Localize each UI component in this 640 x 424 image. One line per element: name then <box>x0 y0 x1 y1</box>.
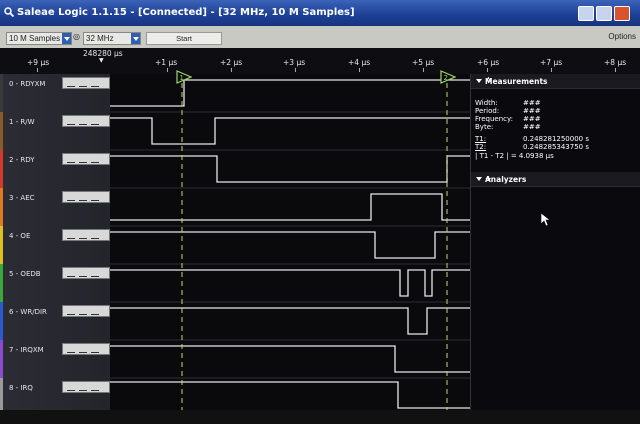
channel-color-bar <box>0 340 3 378</box>
status-bar <box>0 410 640 424</box>
channel-row[interactable]: 5 - OEDB <box>0 264 110 303</box>
channel-name: 8 - IRQ <box>9 384 33 392</box>
svg-text:1: 1 <box>180 74 184 82</box>
options-menu[interactable]: Options <box>608 32 636 41</box>
ruler-tick: +9 µs <box>27 58 50 67</box>
window-title: Saleae Logic 1.1.15 - [Connected] - [32 … <box>17 7 355 18</box>
ruler-tick: +8 µs <box>604 58 627 67</box>
ruler-tick: +7 µs <box>540 58 563 67</box>
ruler-tick: +6 µs <box>477 58 500 67</box>
measurements-header[interactable]: Measurements ✲ <box>471 74 640 89</box>
close-button[interactable] <box>614 6 630 21</box>
channel-color-bar <box>0 74 3 112</box>
waveform-area[interactable] <box>110 74 470 410</box>
trigger-buttons[interactable] <box>62 77 110 89</box>
channel-row[interactable]: 8 - IRQ <box>0 378 110 411</box>
channel-row[interactable]: 3 - AEC <box>0 188 110 227</box>
svg-text:2: 2 <box>444 74 448 82</box>
ruler-tick: +5 µs <box>412 58 435 67</box>
channel-list: 0 - RDYXM 1 - R/W 2 - RDY 3 - AEC 4 - OE… <box>0 74 110 411</box>
channel-name: 4 - OE <box>9 232 31 240</box>
trigger-buttons[interactable] <box>62 153 110 165</box>
channel-color-bar <box>0 226 3 264</box>
trigger-buttons[interactable] <box>62 267 110 279</box>
minimize-button[interactable] <box>578 6 594 21</box>
channel-color-bar <box>0 150 3 188</box>
channel-name: 5 - OEDB <box>9 270 41 278</box>
ruler-tick: +3 µs <box>283 58 306 67</box>
channel-color-bar <box>0 264 3 302</box>
channel-name: 2 - RDY <box>9 156 35 164</box>
search-icon <box>4 7 14 17</box>
window-title-bar: Saleae Logic 1.1.15 - [Connected] - [32 … <box>0 0 640 26</box>
trigger-buttons[interactable] <box>62 305 110 317</box>
analyzers-header[interactable]: Analyzers + <box>471 172 640 187</box>
channel-name: 1 - R/W <box>9 118 35 126</box>
channel-row[interactable]: 6 - WR/DIR <box>0 302 110 341</box>
channel-color-bar <box>0 188 3 226</box>
clock-icon: ◎ <box>73 32 80 41</box>
time-ruler[interactable]: 248280 µs ▼ +9 µs +1 µs +2 µs +3 µs +4 µ… <box>0 48 640 74</box>
ruler-tick: +1 µs <box>155 58 178 67</box>
start-button[interactable]: Start <box>146 32 222 45</box>
channel-row[interactable]: 4 - OE <box>0 226 110 265</box>
trigger-buttons[interactable] <box>62 115 110 127</box>
side-panel: Measurements ✲ Width: ### Period: ### Freq… <box>470 74 640 410</box>
channel-color-bar <box>0 378 3 410</box>
channel-color-bar <box>0 112 3 150</box>
channel-name: 0 - RDYXM <box>9 80 46 88</box>
collapse-triangle-icon <box>476 177 482 184</box>
timing-marker-2[interactable]: 2 <box>440 70 456 84</box>
channel-row[interactable]: 1 - R/W <box>0 112 110 151</box>
mouse-pointer-icon <box>541 213 551 227</box>
channel-name: 6 - WR/DIR <box>9 308 47 316</box>
ruler-tick: +2 µs <box>220 58 243 67</box>
chevron-down-icon <box>131 33 140 44</box>
channel-color-bar <box>0 302 3 340</box>
channel-row[interactable]: 2 - RDY <box>0 150 110 189</box>
trigger-buttons[interactable] <box>62 343 110 355</box>
timing-marker-1[interactable]: 1 <box>176 70 192 84</box>
channel-row[interactable]: 0 - RDYXM <box>0 74 110 113</box>
gear-icon[interactable]: ✲ <box>485 76 638 85</box>
toolbar: 10 M Samples ◎ 32 MHz Start Options <box>0 26 640 48</box>
trigger-buttons[interactable] <box>62 229 110 241</box>
channel-row[interactable]: 7 - IRQXM <box>0 340 110 379</box>
cursor-arrow-icon: ▼ <box>99 57 104 64</box>
collapse-triangle-icon <box>476 79 482 86</box>
add-analyzer-icon[interactable]: + <box>485 174 638 183</box>
rate-select[interactable]: 32 MHz <box>83 32 141 45</box>
chevron-down-icon <box>62 33 71 44</box>
channel-name: 7 - IRQXM <box>9 346 44 354</box>
samples-select[interactable]: 10 M Samples <box>6 32 72 45</box>
maximize-button[interactable] <box>596 6 612 21</box>
trigger-buttons[interactable] <box>62 381 110 393</box>
channel-name: 3 - AEC <box>9 194 35 202</box>
trigger-buttons[interactable] <box>62 191 110 203</box>
ruler-tick: +4 µs <box>348 58 371 67</box>
measurement-delta: | T1 - T2 | = 4.0938 µs <box>475 152 554 160</box>
